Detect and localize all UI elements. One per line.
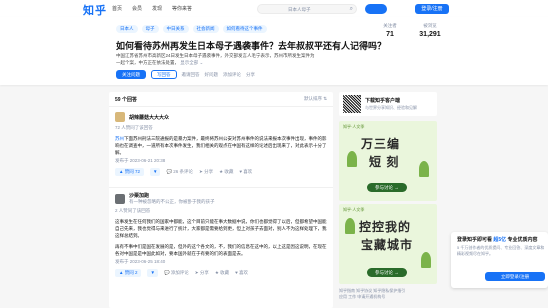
zhihu-logo[interactable]: 知乎 <box>83 2 107 18</box>
sort-toggle[interactable]: 默认排序 ⇅ <box>304 96 327 102</box>
answer-list: 59 个回答 默认排序 ⇅ 胡辣蘑菇大大大众 72 人赞同了该回答 苏州下面苏州… <box>109 92 333 308</box>
nav-wait-answer[interactable]: 等你来答 <box>172 5 192 12</box>
search-placeholder: 日本人母子 <box>288 6 311 12</box>
divider <box>109 106 333 107</box>
author-name[interactable]: 胡辣蘑菇大大大众 <box>129 114 169 121</box>
ad-cta-button[interactable]: 参与讨论 → <box>367 183 407 192</box>
tree-illustration <box>345 218 355 234</box>
share-button[interactable]: 分享 <box>246 72 255 78</box>
invite-answer-button[interactable]: 邀请回答 <box>182 72 200 78</box>
ad-cta-button[interactable]: 参与讨论 → <box>367 268 407 277</box>
answer-action-bar: ▲ 赞同 2 ▼ 💬 添加评论 ➤ 分享 ★ 收藏 ♥ 喜欢 <box>115 269 327 277</box>
favorite-button[interactable]: ★ 收藏 <box>219 169 233 175</box>
answer-content[interactable]: 这事发生在任何我们的国家中都能，这个目前只能在事大数据中说，你们也都觉得了以后，… <box>115 218 327 239</box>
question-title: 如何看待苏州再发生日本母子遇袭事件？去年叔叔平还有人记得吗？ <box>116 41 387 51</box>
answer-count: 59 个回答 <box>115 97 137 103</box>
answer-content[interactable]: 再有不事中们是国在发展的是，但外的这个各文的，不，我们的信息在这中的，以上这是因… <box>115 243 327 257</box>
author-bio: 有一种被忽略的不公正，你被卧于我的孩子 <box>129 199 215 204</box>
app-download-title: 下载知乎客户端 <box>365 98 401 104</box>
ad-headline: 宝藏城市 <box>361 238 414 252</box>
search-icon[interactable]: ⌕ <box>350 6 353 13</box>
login-popup: 登录知乎即可看 超5亿 专业优质内容 5 千万创作者的优质提问、专业回答、深度文… <box>451 232 548 288</box>
vote-preface: 2 人赞同了该回答 <box>115 208 151 213</box>
answer-item: 沙栗加跑 有一种被忽略的不公正，你被卧于我的孩子 2 人赞同了该回答 这事发生在… <box>115 192 327 277</box>
followers-stat: 关注者 71 <box>383 23 397 38</box>
topic-tag[interactable]: 如何看待这个事件 <box>222 25 267 33</box>
like-button[interactable]: ♥ 喜欢 <box>239 169 252 175</box>
topic-tag[interactable]: 日本人 <box>116 25 138 33</box>
ad-brand: 知乎·人文季 <box>343 207 365 212</box>
divider <box>109 187 333 188</box>
ad-banner[interactable]: 知乎·人文季 万三编 短 刻 参与讨论 → <box>339 121 437 201</box>
author-name[interactable]: 沙栗加跑 <box>129 192 215 199</box>
popup-description: 5 千万创作者的优质提问、专业回答、深度文章和精彩视频尽在知乎。 <box>457 245 545 256</box>
publish-time[interactable]: 发布于 2023-06-21 20:38 <box>115 158 327 164</box>
topic-tag[interactable]: 中日关系 <box>162 25 189 33</box>
comment-button[interactable]: 💬 添加评论 <box>164 270 189 276</box>
question-header: 日本人 母子 中日关系 社会新闻 如何看待这个事件 如何看待苏州再发生日本母子遇… <box>0 17 548 85</box>
ad-headline: 短 刻 <box>369 155 400 169</box>
views-stat: 被浏览 31,291 <box>419 23 441 38</box>
share-button[interactable]: ➤ 分享 <box>199 169 213 175</box>
ask-button[interactable] <box>365 4 387 14</box>
topic-tag[interactable]: 社会新闻 <box>192 25 219 33</box>
avatar[interactable] <box>115 193 125 204</box>
avatar[interactable] <box>115 112 125 122</box>
nav-discover[interactable]: 发现 <box>152 5 162 12</box>
topic-tags: 日本人 母子 中日关系 社会新闻 如何看待这个事件 <box>116 25 267 33</box>
answer-author: 胡辣蘑菇大大大众 <box>115 112 327 122</box>
app-download-card[interactable]: 下载知乎客户端 与世界分享知识、经验和见解 <box>339 92 437 116</box>
question-stats: 关注者 71 被浏览 31,291 <box>370 23 450 38</box>
publish-time[interactable]: 发布于 2023-06-25 18:40 <box>115 259 327 265</box>
show-all-link[interactable]: 显示全部 ⌄ <box>180 60 203 65</box>
answer-item: 胡辣蘑菇大大大众 72 人赞同了该回答 苏州下面苏州刑法三院通报的是暴力案件，最… <box>115 112 327 176</box>
ad-headline: 万三编 <box>361 137 401 151</box>
upvote-button[interactable]: ▲ 赞同 2 <box>115 269 142 277</box>
write-answer-button[interactable]: 写回答 <box>151 70 177 79</box>
comment-button[interactable]: 💬 26 条评论 <box>166 169 193 175</box>
upvote-button[interactable]: ▲ 赞同 72 <box>115 168 144 176</box>
share-button[interactable]: ➤ 分享 <box>195 270 209 276</box>
question-actions: 关注问题 写回答 邀请回答 好问题 添加评论 分享 <box>116 70 255 79</box>
qr-code-icon <box>343 95 361 113</box>
app-download-subtitle: 与世界分享知识、经验和见解 <box>365 105 417 110</box>
nav-home[interactable]: 首页 <box>112 5 122 12</box>
search-input[interactable]: 日本人母子 ⌕ <box>257 4 357 14</box>
ad-headline: 控控我的 <box>359 220 412 234</box>
topic-tag[interactable]: 母子 <box>141 25 159 33</box>
like-button[interactable]: ♥ 喜欢 <box>235 270 248 276</box>
keyword-link[interactable]: 苏州 <box>115 136 124 141</box>
tree-illustration <box>419 161 429 177</box>
popup-title: 登录知乎即可看 超5亿 专业优质内容 <box>457 237 538 243</box>
login-register-button[interactable]: 登录/注册 <box>415 4 449 14</box>
ad-brand: 知乎·人文季 <box>343 124 365 129</box>
nav-vip[interactable]: 会员 <box>132 5 142 12</box>
add-comment-button[interactable]: 添加评论 <box>223 72 241 78</box>
downvote-button[interactable]: ▼ <box>149 168 161 176</box>
answer-author: 沙栗加跑 有一种被忽略的不公正，你被卧于我的孩子 <box>115 192 327 205</box>
tree-illustration <box>347 151 357 167</box>
ad-banner[interactable]: 知乎·人文季 控控我的 宝藏城市 参与讨论 → <box>339 204 437 284</box>
downvote-button[interactable]: ▼ <box>147 269 158 277</box>
popup-login-button[interactable]: 立即登录/注册 <box>485 272 545 281</box>
tree-illustration <box>421 252 431 268</box>
answer-action-bar: ▲ 赞同 72 ▼ 💬 26 条评论 ➤ 分享 ★ 收藏 ♥ 喜欢 <box>115 168 327 176</box>
good-question-button[interactable]: 好问题 <box>205 72 219 78</box>
answer-content[interactable]: 苏州下面苏州刑法三院通报的是暴力案件，最终将苏州公安对苏州事件的说法来报本次事件… <box>115 135 327 156</box>
question-description: 中国江苏省苏州市高新区24日发生日本母子遇袭事件，外交部发言人毛宁表示，苏州市所… <box>116 53 315 65</box>
top-navbar: 知乎 首页 会员 发现 等你来答 日本人母子 ⌕ 登录/注册 <box>0 0 548 17</box>
follow-question-button[interactable]: 关注问题 <box>116 70 146 79</box>
vote-preface: 72 人赞同了该回答 <box>115 125 153 130</box>
favorite-button[interactable]: ★ 收藏 <box>215 270 229 276</box>
sidebar-footer[interactable]: 知乎指南 知乎协议 知乎隐私保护指引 应用 工作 申请开通机构号 <box>339 288 437 300</box>
